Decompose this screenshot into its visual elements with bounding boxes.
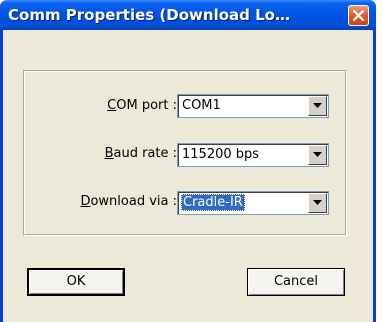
baud-rate-select[interactable]: 115200 bps — [177, 143, 329, 167]
com-port-value: COM1 — [182, 98, 221, 113]
com-port-label: COM port : — [107, 98, 177, 113]
baud-rate-dropdown-button[interactable] — [308, 145, 327, 165]
close-icon — [353, 10, 364, 21]
dialog-window: Comm Properties (Download Lo… COM port :… — [0, 0, 376, 322]
cancel-button[interactable]: Cancel — [247, 268, 345, 296]
baud-rate-value: 115200 bps — [182, 147, 260, 162]
ok-button-label: OK — [66, 274, 86, 289]
com-port-dropdown-button[interactable] — [308, 96, 327, 116]
chevron-down-icon — [313, 200, 322, 205]
cancel-button-label: Cancel — [273, 274, 319, 289]
ok-button[interactable]: OK — [27, 268, 125, 296]
download-via-label: Download via : — [80, 194, 177, 209]
download-via-dropdown-button[interactable] — [308, 193, 327, 213]
title-bar[interactable]: Comm Properties (Download Lo… — [0, 0, 376, 30]
download-via-value: Cradle-IR — [181, 194, 245, 211]
dialog-body: COM port : COM1 Baud rate : 115200 bps D… — [3, 30, 373, 322]
download-via-select[interactable]: Cradle-IR — [177, 191, 329, 215]
chevron-down-icon — [313, 152, 322, 157]
close-button[interactable] — [348, 5, 369, 26]
window-title: Comm Properties (Download Lo… — [8, 6, 290, 24]
chevron-down-icon — [313, 103, 322, 108]
com-port-select[interactable]: COM1 — [177, 94, 329, 118]
baud-rate-label: Baud rate : — [104, 146, 177, 161]
